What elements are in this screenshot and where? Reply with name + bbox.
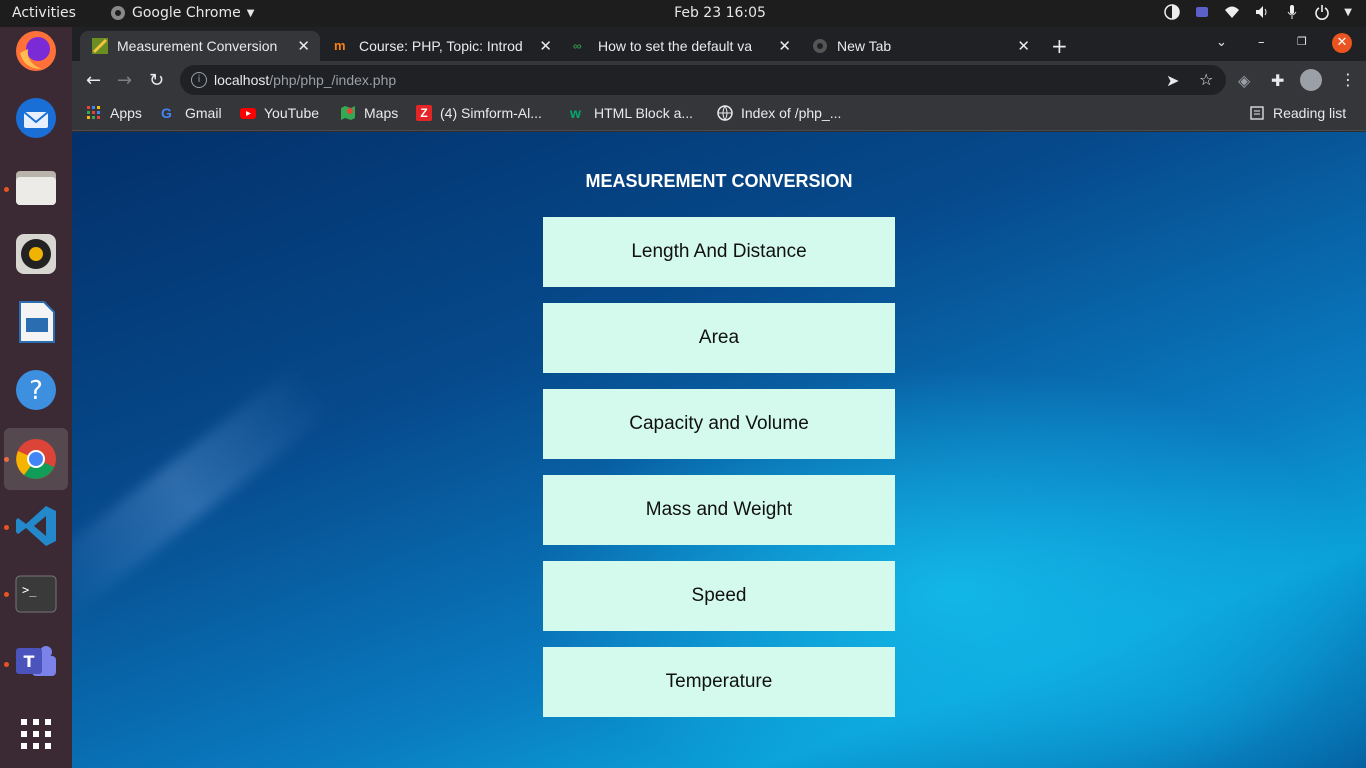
chrome-favicon-icon (813, 39, 827, 53)
power-icon[interactable] (1314, 4, 1330, 20)
system-tray[interactable]: ▼ (1164, 4, 1352, 20)
google-icon: G (161, 105, 172, 121)
rhythmbox-icon[interactable] (12, 230, 60, 278)
bookmark-gmail[interactable]: G Gmail (161, 105, 222, 121)
close-window-button[interactable]: ✕ (1332, 33, 1352, 53)
running-indicator (4, 525, 9, 530)
bookmark-maps[interactable]: Maps (340, 105, 398, 121)
chevron-down-icon[interactable]: ▼ (1344, 7, 1352, 18)
terminal-icon[interactable]: >_ (12, 570, 60, 618)
close-tab-icon[interactable]: ✕ (297, 37, 310, 55)
temperature-button[interactable]: Temperature (543, 647, 895, 717)
tab-how-to-set-default[interactable]: ∞ How to set the default va ✕ (561, 31, 801, 61)
bookmark-label: YouTube (264, 105, 320, 121)
close-tab-icon[interactable]: ✕ (778, 37, 791, 55)
zoho-icon: Z (416, 105, 432, 121)
tab-title: Measurement Conversion (117, 38, 278, 54)
mass-and-weight-button[interactable]: Mass and Weight (543, 475, 895, 545)
extensions-puzzle-icon[interactable]: ✚ (1271, 71, 1284, 90)
bookmark-label: (4) Simform-Al... (440, 105, 542, 121)
page-title: MEASUREMENT CONVERSION (585, 171, 853, 191)
tab-course-php[interactable]: m Course: PHP, Topic: Introd ✕ (322, 31, 562, 61)
wifi-icon[interactable] (1224, 4, 1240, 20)
teams-tray-icon[interactable] (1194, 4, 1210, 20)
length-and-distance-button[interactable]: Length And Distance (543, 217, 895, 287)
clock[interactable]: Feb 23 16:05 (0, 5, 1366, 21)
bookmark-label: Apps (110, 105, 142, 121)
firefox-icon[interactable] (12, 27, 60, 75)
system-top-bar: Activities Google Chrome ▼ Feb 23 16:05 … (0, 0, 1366, 27)
page-content: MEASUREMENT CONVERSION Length And Distan… (72, 132, 1366, 768)
w3-icon: w (570, 105, 581, 121)
browser-toolbar: ← → ↻ i localhost/php/php_/index.php ➤ ☆… (72, 61, 1366, 99)
bookmark-apps[interactable]: Apps (86, 105, 142, 121)
night-light-icon[interactable] (1164, 4, 1181, 20)
bookmark-label: Index of /php_... (741, 105, 842, 121)
maps-icon (341, 106, 355, 120)
globe-icon (717, 105, 733, 121)
area-button[interactable]: Area (543, 303, 895, 373)
more-menu-icon[interactable]: ⋮ (1340, 70, 1356, 89)
tab-search-icon[interactable]: ⌄ (1216, 35, 1227, 50)
vscode-icon[interactable] (12, 502, 60, 550)
new-tab-button[interactable]: + (1051, 34, 1068, 58)
bookmark-label: HTML Block a... (594, 105, 694, 121)
svg-text:T: T (24, 652, 35, 671)
reading-list-button[interactable]: Reading list (1249, 105, 1346, 121)
bookmark-star-icon[interactable]: ☆ (1199, 70, 1213, 89)
geeksforgeeks-favicon-icon: ∞ (573, 39, 582, 53)
running-indicator (4, 592, 9, 597)
bookmark-html-block[interactable]: w HTML Block a... (570, 105, 693, 121)
site-info-icon[interactable]: i (191, 72, 207, 88)
url-text[interactable]: localhost/php/php_/index.php (214, 72, 396, 88)
microphone-icon[interactable] (1284, 4, 1300, 20)
tab-title: Course: PHP, Topic: Introd (359, 38, 523, 54)
thunderbird-icon[interactable] (12, 94, 60, 142)
teams-icon[interactable]: T (12, 638, 60, 686)
running-indicator (4, 187, 9, 192)
tab-strip: Measurement Conversion ✕ m Course: PHP, … (72, 27, 1366, 61)
libreoffice-impress-icon[interactable] (12, 298, 60, 346)
help-icon[interactable]: ? (12, 366, 60, 414)
running-indicator (4, 662, 9, 667)
capacity-and-volume-button[interactable]: Capacity and Volume (543, 389, 895, 459)
moodle-favicon-icon: m (334, 38, 346, 53)
speed-button[interactable]: Speed (543, 561, 895, 631)
restore-icon[interactable]: ❐ (1297, 35, 1307, 48)
chrome-icon[interactable] (4, 428, 68, 490)
bookmark-youtube[interactable]: YouTube (240, 105, 319, 121)
page-favicon-icon (92, 38, 108, 54)
show-apps-icon[interactable] (12, 710, 60, 758)
youtube-icon (240, 108, 256, 119)
close-tab-icon[interactable]: ✕ (1017, 37, 1030, 55)
tab-title: How to set the default va (598, 38, 753, 54)
address-bar[interactable]: i localhost/php/php_/index.php ➤ ☆ (180, 65, 1226, 95)
extension-diamond-icon[interactable]: ◈ (1238, 71, 1250, 90)
tab-measurement-conversion[interactable]: Measurement Conversion ✕ (80, 31, 320, 61)
reading-list-icon (1250, 106, 1264, 120)
forward-icon[interactable]: → (117, 70, 132, 91)
reload-icon[interactable]: ↻ (149, 70, 164, 91)
svg-text:>_: >_ (22, 583, 37, 597)
close-tab-icon[interactable]: ✕ (539, 37, 552, 55)
volume-icon[interactable] (1254, 4, 1270, 20)
bookmarks-bar: Apps G Gmail YouTube Maps Z (4) Simform-… (72, 99, 1366, 131)
minimize-icon[interactable]: – (1258, 35, 1265, 50)
svg-text:?: ? (29, 376, 43, 406)
background-light-streak (72, 363, 335, 621)
bookmark-label: Maps (364, 105, 399, 121)
bookmark-simform[interactable]: Z (4) Simform-Al... (416, 105, 542, 121)
dock: ? >_ T (0, 27, 72, 768)
apps-grid-icon (87, 106, 100, 119)
bookmark-index-of[interactable]: Index of /php_... (717, 105, 841, 121)
tab-new-tab[interactable]: New Tab ✕ (800, 31, 1040, 61)
send-icon[interactable]: ➤ (1166, 71, 1179, 90)
reading-list-label: Reading list (1273, 105, 1347, 121)
profile-avatar[interactable] (1300, 69, 1322, 91)
tab-title: New Tab (837, 38, 892, 54)
back-icon[interactable]: ← (86, 70, 101, 91)
files-icon[interactable] (12, 163, 60, 211)
bookmark-label: Gmail (185, 105, 222, 121)
